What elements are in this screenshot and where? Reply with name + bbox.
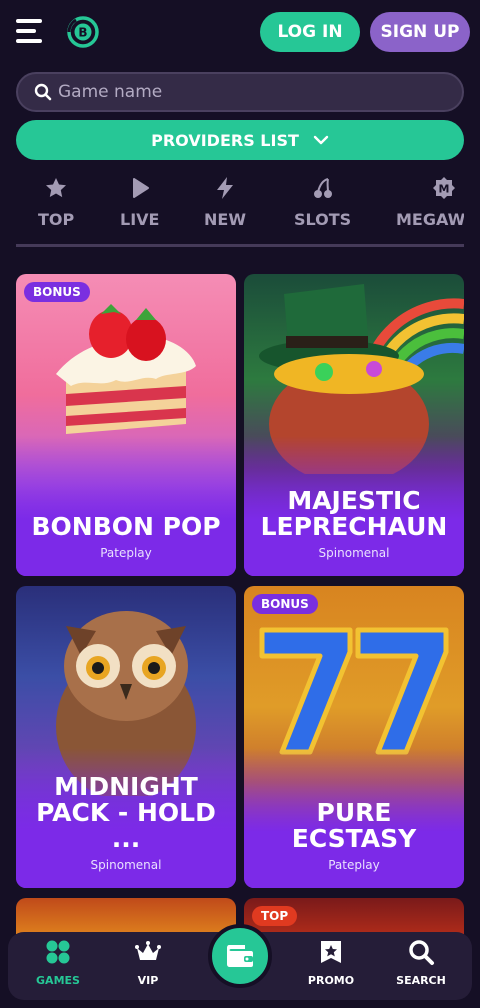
bonus-badge: BONUS	[24, 282, 90, 302]
providers-list-button[interactable]: PROVIDERS LIST	[16, 120, 464, 160]
providers-list-label: PROVIDERS LIST	[151, 130, 299, 150]
cherry-icon	[313, 178, 332, 198]
game-search-bar	[16, 72, 464, 112]
game-card-pure-ecstasy[interactable]: BONUS PURE ECSTASY Pateplay	[244, 586, 464, 888]
game-title: MAJESTIC LEPRECHAUN	[260, 486, 448, 541]
play-icon	[132, 178, 149, 198]
hamburger-menu-icon[interactable]	[16, 19, 42, 43]
tab-new[interactable]: NEW	[204, 176, 246, 229]
game-provider: Spinomenal	[90, 858, 162, 872]
search-icon	[34, 83, 52, 101]
top-bar: B LOG IN SIGN UP	[0, 0, 480, 64]
grid-icon	[46, 940, 70, 964]
game-card-bonbon-pop[interactable]: BONUS BONBON POP Pateplay	[16, 274, 236, 576]
lightning-icon	[216, 177, 233, 199]
tab-live[interactable]: LIVE	[120, 176, 159, 229]
top-badge: TOP	[252, 906, 298, 926]
tab-live-label: LIVE	[120, 210, 160, 229]
crown-icon	[135, 941, 161, 960]
search-icon	[409, 940, 434, 965]
game-title: PURE ECSTASY	[291, 798, 417, 853]
search-input[interactable]	[58, 74, 448, 110]
tab-new-label: NEW	[204, 210, 246, 229]
wallet-button[interactable]	[208, 924, 272, 988]
game-provider: Pateplay	[328, 858, 380, 872]
nav-promo-label: PROMO	[307, 974, 355, 987]
tab-megaways[interactable]: M MEGAWA	[396, 176, 464, 229]
tab-slots-label: SLOTS	[294, 210, 352, 229]
sevens-artwork	[259, 627, 449, 755]
game-title: BONBON POP	[31, 512, 221, 541]
nav-vip[interactable]: VIP	[108, 938, 188, 987]
star-icon	[46, 178, 67, 198]
nav-games[interactable]: GAMES	[18, 938, 98, 987]
game-card-majestic-leprechaun[interactable]: MAJESTIC LEPRECHAUN Spinomenal	[244, 274, 464, 576]
nav-search-label: SEARCH	[396, 974, 446, 987]
wallet-icon	[227, 945, 253, 967]
tab-top-label: TOP	[38, 210, 75, 229]
category-tabs: TOP LIVE NEW SLOTS M MEGAWA	[16, 168, 464, 248]
svg-text:M: M	[439, 183, 450, 196]
game-provider: Pateplay	[100, 546, 152, 560]
game-card[interactable]	[16, 898, 236, 934]
svg-text:B: B	[78, 26, 87, 40]
tab-top[interactable]: TOP	[38, 176, 74, 229]
game-card-midnight-pack[interactable]: MIDNIGHT PACK - HOLD ... Spinomenal	[16, 586, 236, 888]
game-provider: Spinomenal	[318, 546, 390, 560]
nav-promo[interactable]: PROMO	[291, 938, 371, 987]
category-divider	[16, 244, 464, 247]
cake-artwork	[56, 304, 196, 434]
game-card[interactable]: TOP	[244, 898, 464, 934]
tab-slots[interactable]: SLOTS	[294, 176, 351, 229]
bonus-badge: BONUS	[252, 594, 318, 614]
chevron-down-icon	[313, 135, 329, 145]
promo-icon	[321, 941, 341, 963]
nav-vip-label: VIP	[137, 974, 159, 987]
tab-megaways-label: MEGAWA	[396, 210, 464, 229]
login-button[interactable]: LOG IN	[260, 12, 360, 52]
megaways-icon: M	[433, 177, 455, 199]
game-grid: BONUS BONBON POP Pateplay MAJESTIC LEPRE…	[16, 274, 464, 934]
nav-search[interactable]: SEARCH	[381, 938, 461, 987]
brand-logo[interactable]: B	[66, 15, 100, 49]
nav-games-label: GAMES	[36, 974, 80, 987]
game-title: MIDNIGHT PACK - HOLD ...	[36, 772, 216, 853]
signup-button[interactable]: SIGN UP	[370, 12, 470, 52]
